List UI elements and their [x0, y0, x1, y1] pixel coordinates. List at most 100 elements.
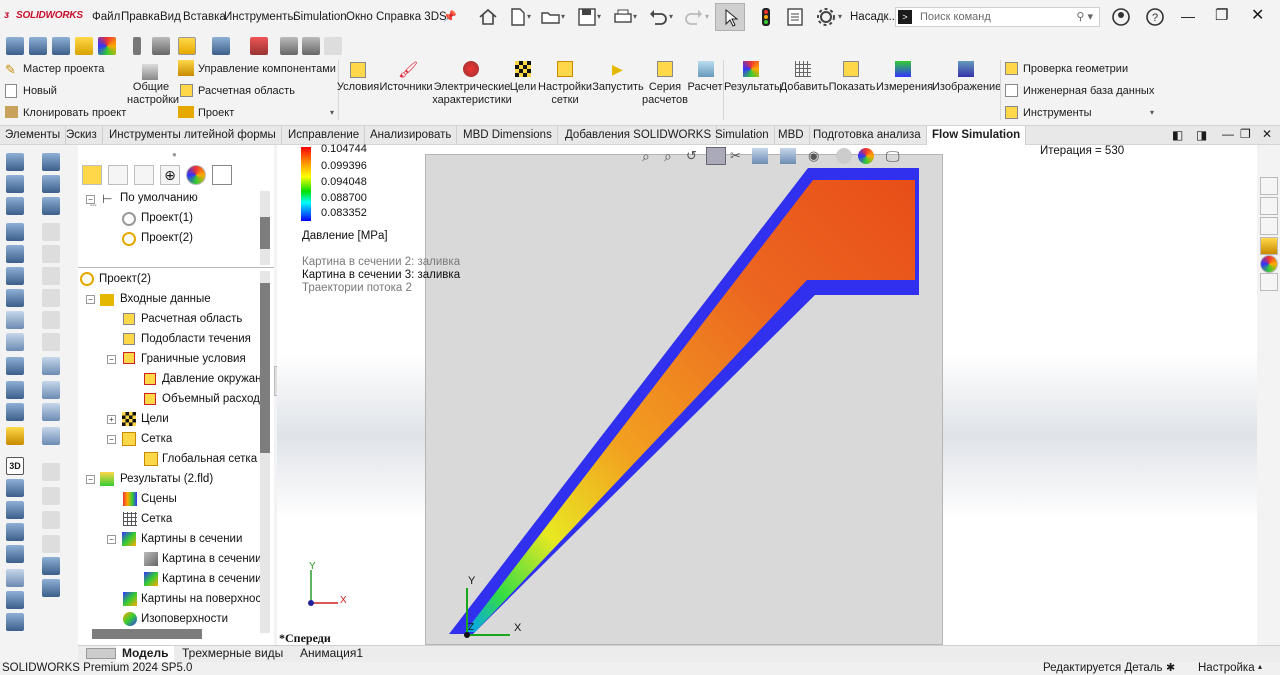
feature-tool-icon[interactable] [6, 381, 24, 399]
tab-mbd-dimensions[interactable]: MBD Dimensions [458, 126, 558, 145]
feature-tool-icon[interactable] [6, 267, 24, 285]
feature-tool-icon[interactable] [42, 403, 60, 421]
feature-tool-icon[interactable] [6, 153, 24, 171]
appearances-icon[interactable] [1260, 255, 1278, 273]
save-dropdown-icon[interactable]: ▾ [597, 12, 601, 21]
tree-item-scenes[interactable]: Сцены [141, 493, 177, 505]
feature-tool-icon[interactable] [6, 545, 24, 563]
units-dropdown-icon[interactable]: ▴ [1258, 662, 1262, 671]
sources-button[interactable]: Источники [378, 81, 434, 94]
doc-restore-icon[interactable]: ❐ [1240, 127, 1251, 141]
feature-tool-icon[interactable] [42, 357, 60, 375]
feature-tool-icon[interactable] [42, 311, 60, 329]
options-label[interactable]: Насадк... [850, 11, 898, 23]
collapse-icon[interactable]: − [107, 435, 116, 444]
feature-tool-icon[interactable] [42, 333, 60, 351]
scrollbar-thumb[interactable] [260, 283, 270, 453]
feature-tool-icon[interactable] [42, 579, 60, 597]
computational-domain-button[interactable]: Расчетная область [198, 85, 295, 97]
project-menu-button[interactable]: Проект [198, 107, 234, 119]
tab-solidworks-addins[interactable]: Добавления SOLIDWORKS [560, 126, 718, 145]
featuremanager-tab-icon[interactable] [82, 165, 102, 185]
tab-3d-views[interactable]: Трехмерные виды [176, 646, 289, 662]
save-icon[interactable] [576, 6, 598, 28]
flow-tool-icon[interactable] [324, 37, 342, 55]
new-document-icon[interactable] [507, 6, 529, 28]
feature-tool-icon[interactable] [6, 613, 24, 631]
conditions-button[interactable]: Условия [335, 81, 381, 94]
tab-analysis-prep[interactable]: Подготовка анализа [808, 126, 927, 145]
options-gear-icon[interactable] [815, 6, 837, 28]
propertymanager-tab-icon[interactable] [108, 165, 128, 185]
options-dropdown-icon[interactable]: ▾ [838, 12, 842, 21]
collapse-handle-icon[interactable]: ● [172, 150, 177, 159]
tools-dropdown-icon[interactable]: ▾ [1150, 108, 1154, 117]
check-geometry-button[interactable]: Проверка геометрии [1023, 63, 1128, 75]
feature-tool-icon[interactable] [6, 289, 24, 307]
tree-item-default-config[interactable]: По умолчанию [120, 192, 198, 204]
new-dropdown-icon[interactable]: ▾ [527, 12, 531, 21]
feature-tool-icon[interactable] [42, 381, 60, 399]
tab-model[interactable]: Модель [116, 646, 175, 662]
undo-dropdown-icon[interactable]: ▾ [669, 12, 673, 21]
measure-button[interactable]: Измерения [876, 81, 933, 94]
tree-item-goals[interactable]: Цели [141, 413, 169, 425]
print-icon[interactable] [612, 6, 634, 28]
tree-item-results[interactable]: Результаты (2.fld) [120, 473, 213, 485]
collapse-icon[interactable]: − [86, 475, 95, 484]
results-button[interactable]: Результаты [724, 81, 782, 94]
expand-icon[interactable]: + [107, 415, 116, 424]
collapse-icon[interactable]: − [107, 355, 116, 364]
feature-tool-icon[interactable] [42, 463, 60, 481]
display-manager-tab-icon[interactable] [186, 165, 206, 185]
camera-icon[interactable] [280, 37, 298, 55]
tab-features[interactable]: Элементы [0, 126, 67, 145]
undo-icon[interactable] [647, 6, 669, 28]
menu-file[interactable]: Файл [92, 11, 120, 23]
feature-tool-icon[interactable] [6, 403, 24, 421]
tree-item-domain[interactable]: Расчетная область [141, 313, 242, 325]
tree-item-fluid-subdomains[interactable]: Подобласти течения [141, 333, 251, 345]
search-icon[interactable]: ⚲ ▾ [1076, 10, 1093, 23]
tab-simulation[interactable]: Simulation [710, 126, 775, 145]
tree-item-results-mesh[interactable]: Сетка [141, 513, 172, 525]
flow-tool-icon[interactable] [178, 37, 196, 55]
panel-right-icon[interactable]: ◨ [1196, 128, 1207, 142]
tab-mold-tools[interactable]: Инструменты литейной формы [104, 126, 282, 145]
flow-analysis-tab-icon[interactable] [212, 165, 232, 185]
menu-tools[interactable]: Инструменты [224, 11, 296, 23]
flow-tool-icon[interactable] [152, 37, 170, 55]
feature-tool-icon[interactable] [42, 175, 60, 193]
menu-window[interactable]: Окно [346, 11, 373, 23]
home-icon[interactable] [477, 6, 499, 28]
feature-tool-icon[interactable] [42, 153, 60, 171]
run-button[interactable]: Запустить [592, 81, 644, 94]
help-icon[interactable]: ? [1144, 6, 1166, 28]
tree-hscroll-thumb[interactable] [92, 629, 202, 639]
view-palette-icon[interactable] [1260, 237, 1278, 255]
feature-tool-icon[interactable] [42, 223, 60, 241]
flow-tool-icon[interactable] [212, 37, 230, 55]
tree-item-cut-plot[interactable]: Картина в сечении [162, 553, 262, 565]
image-button[interactable]: Изображение [932, 81, 1001, 94]
tree-item-project[interactable]: Проект(2) [99, 273, 151, 285]
solidworks-logo[interactable]: ᴣ SOLIDWORKS [4, 10, 83, 21]
collapse-icon[interactable]: − [86, 295, 95, 304]
feature-tool-icon[interactable] [6, 311, 24, 329]
doc-close-icon[interactable]: ✕ [1262, 127, 1272, 141]
tree-item-ambient-pressure[interactable]: Давление окружан [162, 373, 262, 385]
status-custom[interactable]: Настройка [1198, 662, 1255, 674]
custom-properties-icon[interactable] [1260, 273, 1278, 291]
close-window-icon[interactable]: ✕ [1251, 5, 1264, 25]
design-library-icon[interactable] [1260, 197, 1278, 215]
feature-tool-icon[interactable] [6, 501, 24, 519]
feature-tool-icon[interactable] [6, 357, 24, 375]
3d-icon[interactable]: 3D [6, 457, 24, 475]
engineering-database-button[interactable]: Инженерная база данных [1023, 85, 1154, 97]
pin-icon[interactable]: 📌 [443, 10, 457, 23]
menu-edit[interactable]: Правка [121, 11, 160, 23]
feature-tool-icon[interactable] [42, 267, 60, 285]
user-account-icon[interactable] [1110, 6, 1132, 28]
clone-project-button[interactable]: Клонировать проект [23, 107, 126, 119]
tree-item-cut-plots[interactable]: Картины в сечении [141, 533, 242, 545]
